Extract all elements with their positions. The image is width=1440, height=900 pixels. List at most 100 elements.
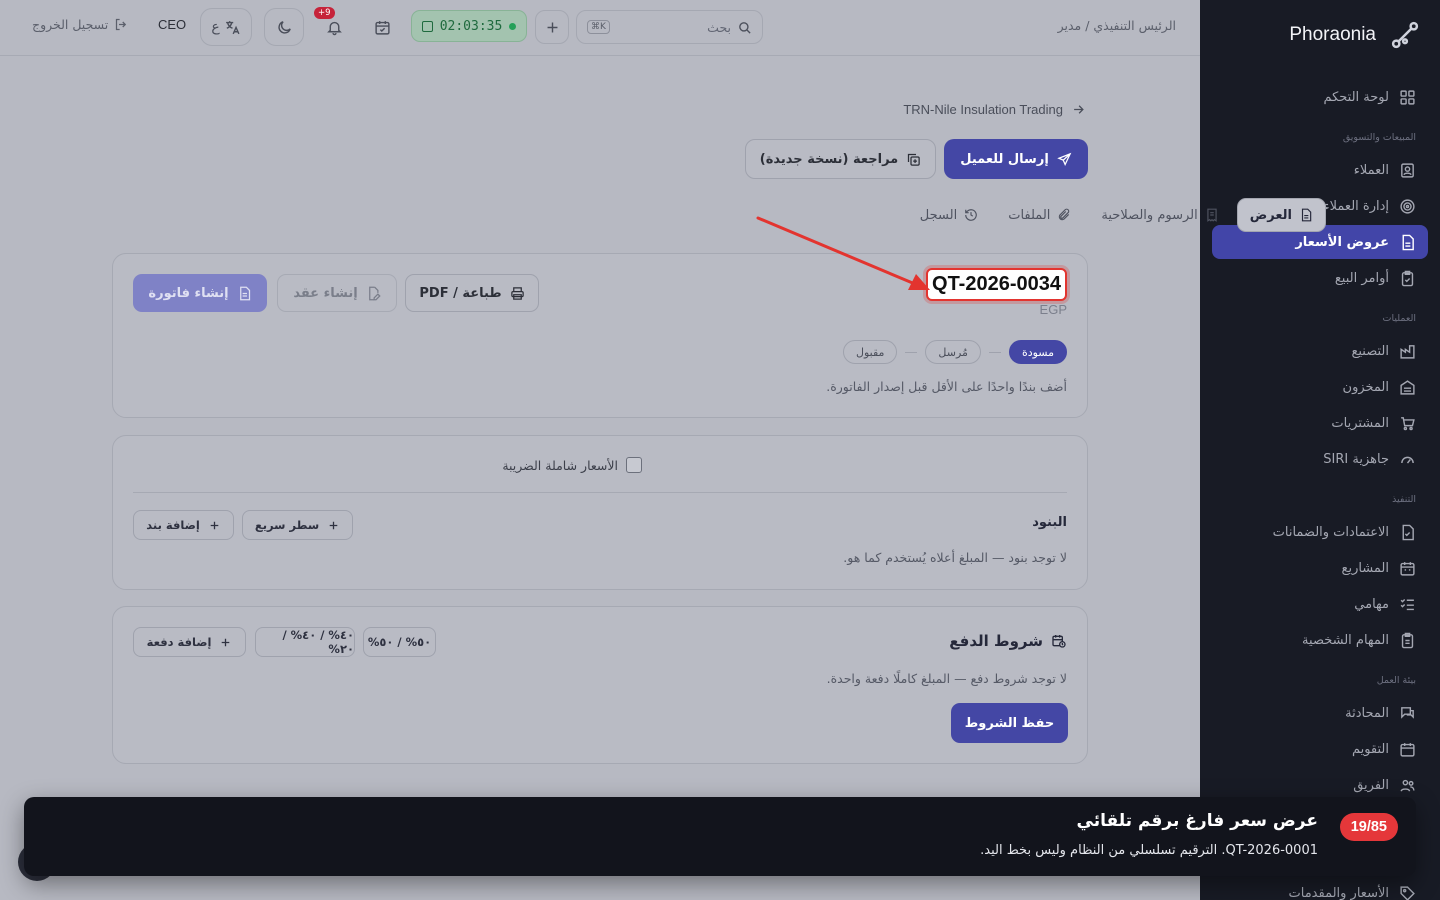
create-contract-button[interactable]: إنشاء عقد — [277, 274, 397, 312]
gauge-icon — [1401, 456, 1414, 463]
send-label: إرسال للعميل — [960, 151, 1049, 167]
calendar-button[interactable] — [365, 10, 399, 44]
tax-inclusive-checkbox[interactable] — [626, 457, 642, 473]
search-shortcut: K⌘ — [587, 20, 610, 34]
search-placeholder: بحث — [707, 19, 731, 35]
search-box[interactable]: بحث K⌘ — [576, 10, 763, 44]
sidebar-item-label: المهام الشخصية — [1302, 632, 1389, 648]
sidebar-item-siri[interactable]: جاهزية SIRI — [1212, 442, 1428, 476]
payment-title-label: شروط الدفع — [949, 632, 1043, 650]
tutorial-toast: 19/85 عرض سعر فارغ برقم تلقائي QT-2026-0… — [24, 797, 1416, 876]
step-counter-badge: 19/85 — [1339, 813, 1398, 841]
sidebar-item-chat[interactable]: المحادثة — [1212, 696, 1428, 730]
search-icon — [739, 21, 751, 34]
calendar-clock-icon — [1052, 635, 1066, 648]
file-pen-icon — [368, 286, 381, 300]
sidebar-item-personal-tasks[interactable]: المهام الشخصية — [1212, 623, 1428, 657]
sidebar-item-manufacturing[interactable]: التصنيع — [1212, 334, 1428, 368]
save-terms-button[interactable]: حفظ الشروط — [951, 703, 1068, 743]
print-pdf-button[interactable]: طباعة / PDF — [405, 274, 539, 312]
brand[interactable]: Phoraonia — [1289, 20, 1420, 50]
sidebar-item-label: التقويم — [1351, 741, 1389, 757]
sidebar-item-label: العملاء — [1353, 162, 1389, 178]
sidebar-item-inventory[interactable]: المخزون — [1212, 370, 1428, 404]
preset-50-50-button[interactable]: ٥٠% / ٥٠% — [363, 627, 436, 657]
sidebar-item-guarantees[interactable]: الاعتمادات والضمانات — [1212, 515, 1428, 549]
work-timer[interactable]: 02:03:35 — [411, 10, 527, 42]
quote-currency: EGP — [1039, 302, 1067, 317]
toast-subtitle: QT-2026-0001. الترقيم تسلسلي من النظام و… — [980, 843, 1318, 858]
sidebar-item-label: المشتريات — [1331, 415, 1389, 431]
status-draft[interactable]: مسودة — [1008, 340, 1067, 364]
document-icon — [1402, 234, 1414, 250]
step-connector — [988, 351, 1001, 353]
breadcrumb[interactable]: TRN-Nile Insulation Trading — [903, 102, 1086, 117]
target-icon — [1400, 198, 1415, 214]
items-empty-hint: لا توجد بنود — المبلغ أعلاه يُستخدم كما … — [843, 550, 1067, 565]
add-payment-label: إضافة دفعة — [146, 635, 212, 649]
sidebar-item-my-tasks[interactable]: مهامي — [1212, 587, 1428, 621]
logout-button[interactable]: تسجيل الخروج — [32, 17, 129, 32]
logout-icon — [116, 18, 127, 31]
plus-icon — [222, 638, 230, 646]
add-item-button[interactable]: إضافة بند — [133, 510, 234, 540]
calendar-grid-icon — [1400, 561, 1415, 576]
sidebar-item-label: الاعتمادات والضمانات — [1272, 524, 1389, 540]
sidebar-item-label: لوحة التحكم — [1323, 89, 1389, 105]
cart-icon — [1401, 416, 1415, 430]
add-button[interactable] — [535, 10, 569, 44]
history-icon — [965, 209, 978, 221]
revision-label: مراجعة (نسخة جديدة) — [759, 151, 899, 167]
status-sent[interactable]: مُرسل — [925, 340, 981, 364]
send-icon — [1057, 152, 1072, 166]
quick-line-label: سطر سريع — [254, 518, 320, 532]
status-accepted[interactable]: مقبول — [842, 340, 898, 364]
items-title: البنود — [1032, 515, 1067, 530]
quote-header-card: QT-2026-0034 EGP مسودة مُرسل مقبول أضف ب… — [112, 253, 1088, 418]
sidebar-item-label: الفريق — [1353, 777, 1389, 793]
tab-offer[interactable]: العرض — [1236, 198, 1326, 232]
sidebar-item-dashboard[interactable]: لوحة التحكم — [1212, 80, 1428, 114]
step-connector — [905, 351, 918, 353]
factory-icon — [1400, 344, 1415, 359]
tax-inclusive-toggle[interactable]: الأسعار شاملة الضريبة — [502, 457, 642, 473]
language-toggle[interactable]: ع — [200, 8, 252, 46]
copy-plus-icon — [908, 153, 920, 166]
tab-files[interactable]: الملفات — [996, 198, 1083, 232]
sidebar-item-label: عروض الأسعار — [1295, 234, 1389, 250]
add-payment-button[interactable]: إضافة دفعة — [133, 627, 246, 657]
tab-fees-validity[interactable]: الرسوم والصلاحية — [1089, 198, 1230, 232]
sidebar-section-workspace: بيئة العمل — [1376, 675, 1416, 686]
arrow-right-icon — [1074, 105, 1084, 114]
moon-icon — [277, 20, 291, 34]
document-icon — [1301, 208, 1312, 222]
quick-line-button[interactable]: سطر سريع — [242, 510, 353, 540]
stop-icon — [421, 20, 433, 32]
sidebar-item-label: مهامي — [1354, 596, 1389, 612]
plus-icon — [329, 521, 338, 529]
sidebar-item-sales-orders[interactable]: أوامر البيع — [1212, 261, 1428, 295]
sidebar-item-label: أوامر البيع — [1334, 270, 1389, 286]
sidebar-section-operations: العمليات — [1382, 313, 1416, 324]
revision-button[interactable]: مراجعة (نسخة جديدة) — [745, 139, 936, 179]
send-to-customer-button[interactable]: إرسال للعميل — [944, 139, 1088, 179]
sidebar-item-calendar[interactable]: التقويم — [1212, 732, 1428, 766]
preset-40-40-20-button[interactable]: ٤٠% / ٤٠% / ٢٠% — [255, 627, 355, 657]
sidebar-item-pricing[interactable]: الأسعار والمقدمات — [1212, 876, 1428, 900]
invoice-label: إنشاء فاتورة — [148, 285, 229, 301]
print-label: طباعة / PDF — [419, 285, 502, 301]
add-item-label: إضافة بند — [146, 518, 200, 532]
chat-icon — [1401, 706, 1414, 719]
user-name[interactable]: CEO — [158, 17, 186, 32]
tab-label: العرض — [1249, 207, 1292, 223]
payment-terms-card: شروط الدفع لا توجد شروط دفع — المبلغ كام… — [112, 606, 1088, 764]
payment-empty-hint: لا توجد شروط دفع — المبلغ كاملًا دفعة وا… — [826, 671, 1067, 686]
create-invoice-button[interactable]: إنشاء فاتورة — [133, 274, 267, 312]
contract-label: إنشاء عقد — [293, 285, 358, 301]
theme-toggle[interactable] — [264, 8, 304, 46]
list-check-icon — [1400, 598, 1414, 610]
sidebar-item-projects[interactable]: المشاريع — [1212, 551, 1428, 585]
sidebar-item-customers[interactable]: العملاء — [1212, 153, 1428, 187]
sidebar-item-purchases[interactable]: المشتريات — [1212, 406, 1428, 440]
sidebar-item-label: المشاريع — [1341, 560, 1389, 576]
